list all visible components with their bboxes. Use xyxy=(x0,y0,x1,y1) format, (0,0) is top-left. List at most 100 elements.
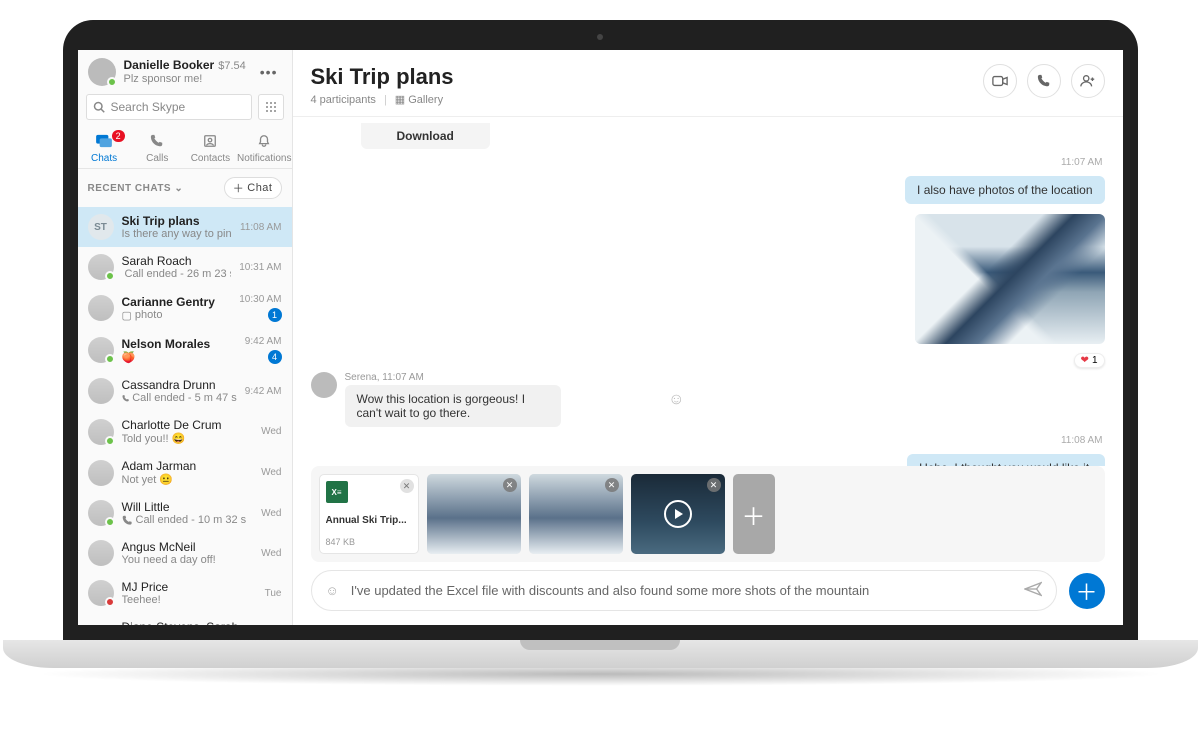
attachment-image[interactable]: ✕ xyxy=(427,474,521,554)
chat-item-preview: Call ended - 26 m 23 s xyxy=(122,268,232,280)
chevron-down-icon: ⌄ xyxy=(174,183,183,194)
attachment-file[interactable]: ✕ X≡ Annual Ski Trip... 847 KB xyxy=(319,474,419,554)
chat-avatar xyxy=(88,460,114,486)
participants-count[interactable]: 4 participants xyxy=(311,94,376,106)
chat-avatar xyxy=(88,580,114,606)
attachment-file-size: 847 KB xyxy=(326,537,412,547)
chat-list-item[interactable]: MJ Price Teehee! Tue xyxy=(78,573,292,613)
chat-item-time: 9:42 AM xyxy=(245,386,282,397)
search-placeholder: Search Skype xyxy=(111,100,186,114)
chat-list-item[interactable]: Angus McNeil You need a day off! Wed xyxy=(78,533,292,573)
add-attachment-button[interactable]: ＋ xyxy=(733,474,775,554)
profile-mood: Plz sponsor me! xyxy=(124,73,248,86)
chat-list-item[interactable]: DS Diane Stevens, Sarah Roach 🗎Meeting m… xyxy=(78,613,292,625)
chat-item-preview: 🍑 xyxy=(122,351,237,364)
chat-item-time: 9:42 AM4 xyxy=(245,336,282,364)
reaction-badge[interactable]: ❤1 xyxy=(1074,353,1105,368)
chat-avatar xyxy=(88,378,114,404)
message-incoming: Wow this location is gorgeous! I can't w… xyxy=(345,385,562,427)
chat-item-name: Carianne Gentry xyxy=(122,295,232,309)
chat-avatar xyxy=(88,419,114,445)
dialpad-button[interactable] xyxy=(258,94,284,120)
chat-item-name: Angus McNeil xyxy=(122,540,254,554)
audio-call-button[interactable] xyxy=(1027,64,1061,98)
chat-item-preview: Told you!! 😄 xyxy=(122,432,254,445)
remove-attachment-icon[interactable]: ✕ xyxy=(605,478,619,492)
call-icon xyxy=(122,515,133,526)
tab-calls[interactable]: Calls xyxy=(131,128,184,168)
new-chat-button[interactable]: ＋ Chat xyxy=(224,177,282,199)
chat-list-item[interactable]: Adam Jarman Not yet 😐 Wed xyxy=(78,452,292,493)
chat-item-time: 10:31 AM xyxy=(239,262,281,273)
chat-list-item[interactable]: Charlotte De Crum Told you!! 😄 Wed xyxy=(78,411,292,452)
message-outgoing: Hehe, I thought you would like it. xyxy=(907,454,1104,466)
send-button[interactable]: ＋ xyxy=(1069,573,1105,609)
chat-list-item[interactable]: Sarah Roach Call ended - 26 m 23 s 10:31… xyxy=(78,247,292,287)
attachment-image[interactable]: ✕ xyxy=(529,474,623,554)
call-icon xyxy=(122,393,130,404)
remove-attachment-icon[interactable]: ✕ xyxy=(400,479,414,493)
add-participant-button[interactable] xyxy=(1071,64,1105,98)
chat-item-name: Will Little xyxy=(122,500,254,514)
chat-item-time: Tue xyxy=(265,588,282,599)
chat-avatar xyxy=(88,540,114,566)
remove-attachment-icon[interactable]: ✕ xyxy=(503,478,517,492)
chat-avatar xyxy=(88,254,114,280)
react-icon[interactable]: ☺ xyxy=(668,391,684,409)
chat-item-name: Cassandra Drunn xyxy=(122,378,237,392)
excel-icon: X≡ xyxy=(326,481,348,503)
laptop-camera xyxy=(597,34,603,40)
phone-icon xyxy=(1037,74,1051,88)
chat-item-name: Sarah Roach xyxy=(122,254,232,268)
tab-chats[interactable]: 2 Chats xyxy=(78,128,131,168)
chat-item-preview: Call ended - 10 m 32 s xyxy=(122,514,254,526)
emoji-icon[interactable]: ☺ xyxy=(326,583,339,598)
timestamp: 11:08 AM xyxy=(313,435,1103,446)
chat-avatar xyxy=(88,337,114,363)
download-button[interactable]: Download xyxy=(361,123,490,149)
chat-item-name: Ski Trip plans xyxy=(122,214,232,228)
profile-avatar xyxy=(88,58,116,86)
add-person-icon xyxy=(1080,74,1096,88)
gallery-link[interactable]: ▦ Gallery xyxy=(395,93,443,106)
message-outgoing: I also have photos of the location xyxy=(905,176,1104,204)
more-icon[interactable]: ••• xyxy=(256,60,282,84)
conversation-title: Ski Trip plans xyxy=(311,64,454,90)
chat-item-time: 11:08 AM xyxy=(240,222,282,233)
chat-item-time: Wed xyxy=(261,548,281,559)
chat-avatar-initials: ST xyxy=(88,214,114,240)
search-input[interactable]: Search Skype xyxy=(86,94,252,120)
attachment-file-name: Annual Ski Trip... xyxy=(326,515,412,526)
chat-list-item[interactable]: Nelson Morales 🍑 9:42 AM4 xyxy=(78,329,292,371)
send-icon[interactable] xyxy=(1024,581,1042,600)
photo-icon: ▢ xyxy=(122,309,132,322)
tab-contacts[interactable]: Contacts xyxy=(184,128,237,168)
chat-item-time: Wed xyxy=(261,426,281,437)
chat-item-preview: Is there any way to pin these ... xyxy=(122,228,232,240)
chat-list-item[interactable]: Will Little Call ended - 10 m 32 s Wed xyxy=(78,493,292,533)
profile-header[interactable]: Danielle Booker$7.54 Plz sponsor me! ••• xyxy=(78,50,292,94)
chat-item-preview: ▢photo xyxy=(122,309,232,322)
chat-item-name: Adam Jarman xyxy=(122,459,254,473)
profile-credit: $7.54 xyxy=(218,60,246,72)
tab-notifications[interactable]: Notifications xyxy=(237,128,291,168)
search-icon xyxy=(93,101,105,113)
chat-list-item[interactable]: ST Ski Trip plans Is there any way to pi… xyxy=(78,207,292,247)
message-photo[interactable] xyxy=(915,214,1105,344)
chat-avatar xyxy=(88,295,114,321)
chat-item-name: Charlotte De Crum xyxy=(122,418,254,432)
attachment-video[interactable]: ✕ xyxy=(631,474,725,554)
chat-item-name: Diane Stevens, Sarah Roach xyxy=(122,620,257,625)
sender-avatar[interactable] xyxy=(311,372,337,398)
profile-name: Danielle Booker xyxy=(124,58,215,72)
chat-list-item[interactable]: Cassandra Drunn Call ended - 5 m 47 s 9:… xyxy=(78,371,292,411)
attachment-tray: ✕ X≡ Annual Ski Trip... 847 KB ✕ ✕ ✕ ＋ xyxy=(311,466,1105,562)
sender-label: Serena, 11:07 AM xyxy=(345,372,655,383)
chat-list-item[interactable]: Carianne Gentry ▢photo 10:30 AM1 xyxy=(78,287,292,329)
chat-icon: 2 xyxy=(78,134,131,151)
remove-attachment-icon[interactable]: ✕ xyxy=(707,478,721,492)
chat-item-time: Wed xyxy=(261,508,281,519)
video-call-button[interactable] xyxy=(983,64,1017,98)
message-input[interactable]: ☺ I've updated the Excel file with disco… xyxy=(311,570,1057,611)
chats-badge: 2 xyxy=(112,130,125,142)
